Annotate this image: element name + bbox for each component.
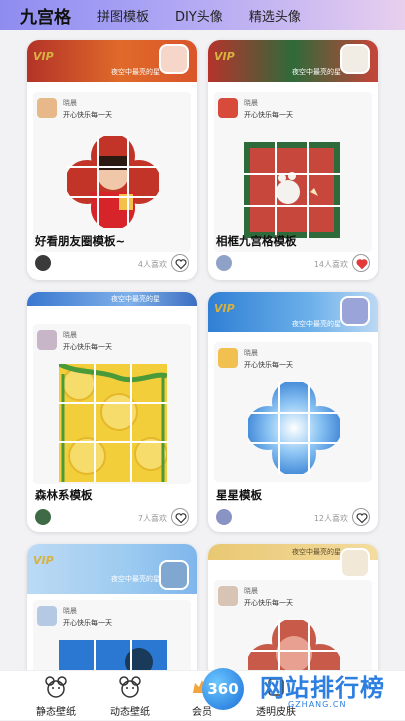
- template-preview: 晓晨 开心快乐每一天: [33, 324, 191, 484]
- creator-avatar: [216, 509, 232, 525]
- template-card[interactable]: 夜空中最亮的星 晓晨 开心快乐每一天: [208, 544, 378, 670]
- author-signature: 开心快乐每一天: [244, 111, 293, 119]
- template-preview: 晓晨 开心快乐每一天: [33, 600, 191, 670]
- cloud-grid-image: [248, 382, 340, 474]
- banner-text: 夜空中最亮的星: [292, 68, 341, 76]
- template-preview: 晓晨 开心快乐每一天: [214, 92, 372, 252]
- card-banner: 夜空中最亮的星: [27, 292, 197, 306]
- banner-avatar: [159, 560, 189, 590]
- author-signature: 开心快乐每一天: [244, 361, 293, 369]
- author-avatar: [218, 586, 238, 606]
- author-signature: 开心快乐每一天: [244, 599, 293, 607]
- heart-icon[interactable]: [171, 254, 189, 272]
- author-avatar: [37, 330, 57, 350]
- author-name: 晓晨: [63, 607, 77, 615]
- vip-badge: VIP: [214, 50, 235, 63]
- like-count: 14人喜欢: [313, 260, 348, 269]
- card-title: 森林系模板: [35, 488, 93, 502]
- tab-featured-avatar[interactable]: 精选头像: [249, 6, 301, 25]
- banner-text: 夜空中最亮的星: [292, 320, 341, 328]
- watermark-text: 网站排行榜: [260, 674, 385, 702]
- watermark-logo: 360: [202, 668, 244, 710]
- card-banner: 夜空中最亮的星: [208, 544, 378, 578]
- bear-icon: [45, 676, 67, 698]
- author-avatar: [37, 98, 57, 118]
- author-avatar: [37, 606, 57, 626]
- top-tab-bar: 九宫格 拼图模板 DIY头像 精选头像: [0, 0, 405, 30]
- nav-label: 动态壁纸: [110, 707, 150, 718]
- tab-nine-grid[interactable]: 九宫格: [20, 3, 71, 28]
- creator-avatar: [35, 255, 51, 271]
- flower-grid-image: [67, 136, 159, 228]
- tab-diy-avatar[interactable]: DIY头像: [175, 6, 223, 25]
- site-watermark: 360 网站排行榜 GZHANG.CN: [200, 662, 405, 718]
- author-name: 晓晨: [63, 331, 77, 339]
- creator-avatar: [35, 509, 51, 525]
- creator-avatar: [216, 255, 232, 271]
- sky-grid-image: [59, 640, 167, 670]
- vip-badge: VIP: [33, 554, 54, 567]
- banner-avatar: [340, 548, 370, 578]
- heart-icon[interactable]: [352, 508, 370, 526]
- like-count: 4人喜欢: [137, 260, 167, 269]
- bear-icon: [119, 676, 141, 698]
- tab-puzzle-template[interactable]: 拼图模板: [97, 6, 149, 25]
- template-feed: VIP 夜空中最亮的星 晓晨 开心快乐每一天 好看朋友圈模板~ 4人喜欢 VIP…: [0, 30, 405, 670]
- author-name: 晓晨: [244, 99, 258, 107]
- like-count: 12人喜欢: [313, 514, 348, 523]
- template-card[interactable]: 夜空中最亮的星 晓晨 开心快乐每一天 森林系模板 7人喜欢: [27, 292, 197, 532]
- card-title: 好看朋友圈模板~: [35, 234, 126, 248]
- author-signature: 开心快乐每一天: [63, 343, 112, 351]
- nav-label: 静态壁纸: [36, 707, 76, 718]
- frame-grid-image: [244, 142, 340, 238]
- banner-avatar: [340, 44, 370, 74]
- card-banner: VIP 夜空中最亮的星: [27, 40, 197, 82]
- card-banner: VIP 夜空中最亮的星: [27, 544, 197, 594]
- banner-text: 夜空中最亮的星: [111, 575, 160, 583]
- heart-icon[interactable]: [171, 508, 189, 526]
- card-banner: VIP 夜空中最亮的星: [208, 40, 378, 82]
- banner-text: 夜空中最亮的星: [111, 68, 160, 76]
- nav-static-wallpaper[interactable]: 静态壁纸: [26, 671, 86, 721]
- author-signature: 开心快乐每一天: [63, 111, 112, 119]
- template-card[interactable]: VIP 夜空中最亮的星 晓晨 开心快乐每一天 相框九宫格模板 14人喜欢: [208, 40, 378, 280]
- template-card[interactable]: VIP 夜空中最亮的星 晓晨 开心快乐每一天: [27, 544, 197, 670]
- card-title: 相框九宫格模板: [216, 234, 297, 248]
- template-card[interactable]: VIP 夜空中最亮的星 晓晨 开心快乐每一天: [27, 40, 197, 280]
- author-avatar: [218, 348, 238, 368]
- author-name: 晓晨: [244, 587, 258, 595]
- banner-avatar: [159, 44, 189, 74]
- heart-icon[interactable]: [352, 254, 370, 272]
- author-name: 晓晨: [63, 99, 77, 107]
- template-preview: 晓晨 开心快乐每一天: [33, 92, 191, 252]
- template-card[interactable]: VIP 夜空中最亮的星 晓晨 开心快乐每一天 星星模板 12人喜欢: [208, 292, 378, 532]
- card-title: 星星模板: [216, 488, 262, 502]
- banner-text: 夜空中最亮的星: [292, 548, 341, 556]
- author-signature: 开心快乐每一天: [63, 619, 112, 627]
- vip-badge: VIP: [214, 302, 235, 315]
- lemon-grid-image: [59, 364, 167, 482]
- like-count: 7人喜欢: [137, 514, 167, 523]
- template-preview: 晓晨 开心快乐每一天: [214, 580, 372, 670]
- banner-text: 夜空中最亮的星: [111, 295, 160, 303]
- nav-live-wallpaper[interactable]: 动态壁纸: [100, 671, 160, 721]
- watermark-subtext: GZHANG.CN: [288, 700, 347, 709]
- author-name: 晓晨: [244, 349, 258, 357]
- template-preview: 晓晨 开心快乐每一天: [214, 342, 372, 482]
- vip-badge: VIP: [33, 50, 54, 63]
- card-banner: VIP 夜空中最亮的星: [208, 292, 378, 332]
- author-avatar: [218, 98, 238, 118]
- banner-avatar: [340, 296, 370, 326]
